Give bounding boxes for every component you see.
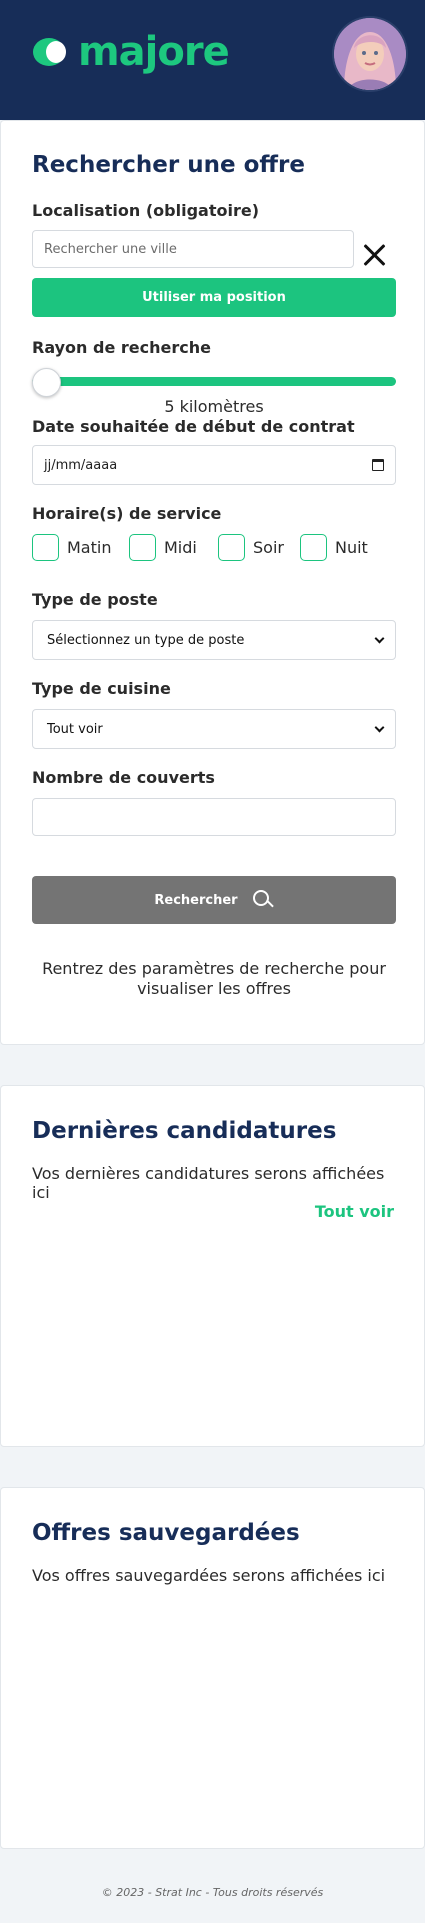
search-card-title: Rechercher une offre	[32, 152, 305, 178]
logo-mark-icon	[33, 38, 66, 66]
user-avatar-icon	[334, 18, 406, 90]
checkbox-label: Midi	[164, 537, 197, 557]
use-my-position-button[interactable]: Utiliser ma position	[32, 278, 396, 317]
avatar[interactable]	[334, 18, 406, 90]
checkbox-label: Soir	[253, 537, 284, 557]
saved-offers-empty-text: Vos offres sauvegardées serons affichées…	[32, 1566, 386, 1585]
cuisine-label: Type de cuisine	[32, 679, 171, 698]
search-offer-card: Rechercher une offre Localisation (oblig…	[0, 120, 425, 1045]
radius-label: Rayon de recherche	[32, 338, 211, 357]
checkbox-label: Nuit	[335, 537, 368, 557]
saved-offers-card: Offres sauvegardées Vos offres sauvegard…	[0, 1487, 425, 1849]
checkbox-midi[interactable]: Midi	[129, 533, 197, 561]
calendar-icon[interactable]	[372, 459, 384, 471]
search-icon	[252, 889, 274, 911]
see-all-link[interactable]: Tout voir	[315, 1202, 394, 1221]
checkbox-label: Matin	[67, 537, 112, 557]
radius-slider-track[interactable]	[32, 377, 396, 386]
applications-empty-text: Vos dernières candidatures serons affich…	[32, 1164, 385, 1202]
city-search-input[interactable]	[32, 230, 354, 268]
checkbox-nuit[interactable]: Nuit	[300, 533, 368, 561]
logo-text: majore	[78, 29, 230, 75]
majore-logo[interactable]: majore	[32, 29, 230, 75]
search-button[interactable]: Rechercher	[32, 876, 396, 924]
search-button-label: Rechercher	[154, 892, 238, 908]
checkbox-soir[interactable]: Soir	[218, 533, 284, 561]
latest-applications-card: Dernières candidatures Vos dernières can…	[0, 1085, 425, 1447]
covers-label: Nombre de couverts	[32, 768, 215, 787]
cuisine-select[interactable]: Tout voir	[32, 709, 396, 749]
footer-copyright: © 2023 - Strat Inc - Tous droits réservé…	[101, 1886, 324, 1899]
start-date-placeholder: jj/mm/aaaa	[44, 457, 118, 473]
post-type-selected: Sélectionnez un type de poste	[47, 632, 245, 648]
covers-input[interactable]	[32, 798, 396, 836]
location-label: Localisation (obligatoire)	[32, 201, 259, 220]
checkbox-box[interactable]	[300, 533, 327, 561]
checkbox-box[interactable]	[218, 533, 245, 561]
applications-title: Dernières candidatures	[32, 1118, 337, 1144]
checkbox-box[interactable]	[129, 533, 156, 561]
schedule-label: Horaire(s) de service	[32, 504, 222, 523]
post-type-label: Type de poste	[32, 590, 158, 609]
app-header: majore	[0, 0, 425, 120]
radius-value: 5 kilomètres	[164, 397, 264, 416]
saved-offers-title: Offres sauvegardées	[32, 1520, 300, 1546]
start-date-input[interactable]: jj/mm/aaaa	[32, 445, 396, 485]
checkbox-matin[interactable]: Matin	[32, 533, 111, 561]
start-date-label: Date souhaitée de début de contrat	[32, 417, 355, 436]
close-icon[interactable]	[358, 239, 390, 271]
checkbox-box[interactable]	[32, 533, 59, 561]
chevron-down-icon	[374, 722, 385, 732]
cuisine-selected: Tout voir	[47, 721, 103, 737]
chevron-down-icon	[374, 633, 385, 643]
search-hint: Rentrez des paramètres de recherche pour…	[42, 959, 386, 998]
radius-slider-handle[interactable]	[32, 368, 61, 397]
post-type-select[interactable]: Sélectionnez un type de poste	[32, 620, 396, 660]
